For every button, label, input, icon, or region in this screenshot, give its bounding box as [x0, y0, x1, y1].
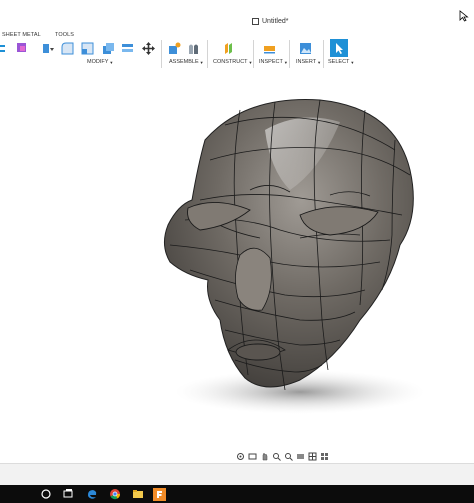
select-menu[interactable]: SELECT ▼ — [328, 59, 354, 65]
viewports-icon[interactable] — [320, 452, 329, 461]
viewport-canvas[interactable] — [0, 70, 474, 463]
task-view-icon[interactable] — [62, 488, 74, 500]
file-explorer-icon[interactable] — [132, 488, 144, 500]
toolbar-divider — [289, 40, 290, 68]
grid-settings-icon[interactable] — [308, 452, 317, 461]
select-label: SELECT — [328, 59, 350, 65]
flat-pattern-icon[interactable] — [15, 41, 28, 54]
tab-sheet-metal[interactable]: SHEET METAL — [2, 32, 41, 38]
mouse-cursor-icon — [459, 10, 469, 22]
combine-icon[interactable] — [121, 42, 134, 55]
ribbon-toolbar: SHEET METAL TOOLS MODIFY ▼ ASSEMBLE ▼ CO… — [0, 30, 474, 70]
fusion-app-icon[interactable] — [153, 488, 166, 501]
fillet-icon[interactable] — [61, 42, 74, 55]
document-tab[interactable]: Untitled* — [252, 18, 288, 25]
chevron-down-icon: ▼ — [199, 59, 204, 65]
insert-label: INSERT — [296, 59, 317, 65]
display-settings-icon[interactable] — [296, 452, 305, 461]
toolbar-divider — [207, 40, 208, 68]
toolbar-divider — [253, 40, 254, 68]
chevron-down-icon: ▼ — [283, 59, 288, 65]
mouth-surface — [235, 343, 281, 361]
insert-menu[interactable]: INSERT ▼ — [296, 59, 321, 65]
nose-surface — [235, 247, 272, 311]
search-circle-icon[interactable] — [40, 488, 52, 500]
measure-icon[interactable] — [263, 42, 276, 55]
viewport-navigation-bar — [236, 450, 329, 462]
offset-plane-icon[interactable] — [222, 42, 235, 55]
window-title-bar — [0, 0, 474, 15]
inspect-label: INSPECT — [259, 59, 283, 65]
tab-tools[interactable]: TOOLS — [55, 32, 74, 38]
assemble-menu[interactable]: ASSEMBLE ▼ — [169, 59, 204, 65]
joint-icon[interactable] — [187, 42, 200, 55]
document-icon — [252, 18, 259, 25]
construct-menu[interactable]: CONSTRUCT ▼ — [213, 59, 253, 65]
look-at-icon[interactable] — [248, 452, 257, 461]
select-tool-icon[interactable] — [330, 39, 348, 57]
windows-taskbar — [0, 485, 474, 503]
fit-icon[interactable] — [284, 452, 293, 461]
construct-label: CONSTRUCT — [213, 59, 248, 65]
head-model[interactable] — [0, 70, 474, 463]
chamfer-icon[interactable] — [81, 42, 94, 55]
modify-label: MODIFY — [87, 59, 109, 65]
document-tab-bar — [0, 14, 474, 30]
modify-menu[interactable]: MODIFY ▼ — [87, 59, 113, 65]
chevron-down-icon: ▼ — [248, 59, 253, 65]
chevron-down-icon: ▼ — [317, 59, 322, 65]
move-icon[interactable] — [142, 42, 155, 55]
press-pull-icon[interactable] — [42, 42, 55, 55]
insert-image-icon[interactable] — [299, 42, 312, 55]
document-title: Untitled* — [262, 18, 289, 25]
zoom-icon[interactable] — [272, 452, 281, 461]
sheet-metal-tool-icon[interactable] — [0, 42, 13, 55]
inspect-menu[interactable]: INSPECT ▼ — [259, 59, 288, 65]
shell-icon[interactable] — [102, 42, 115, 55]
timeline-strip — [0, 463, 474, 486]
edge-browser-icon[interactable] — [86, 488, 98, 500]
chevron-down-icon: ▼ — [350, 59, 355, 65]
pan-icon[interactable] — [260, 451, 269, 461]
orbit-icon[interactable] — [236, 452, 245, 461]
new-component-icon[interactable] — [168, 42, 181, 55]
chevron-down-icon: ▼ — [109, 59, 114, 65]
chrome-browser-icon[interactable] — [109, 488, 121, 500]
toolbar-divider — [323, 40, 324, 68]
assemble-label: ASSEMBLE — [169, 59, 199, 65]
toolbar-divider — [161, 40, 162, 68]
